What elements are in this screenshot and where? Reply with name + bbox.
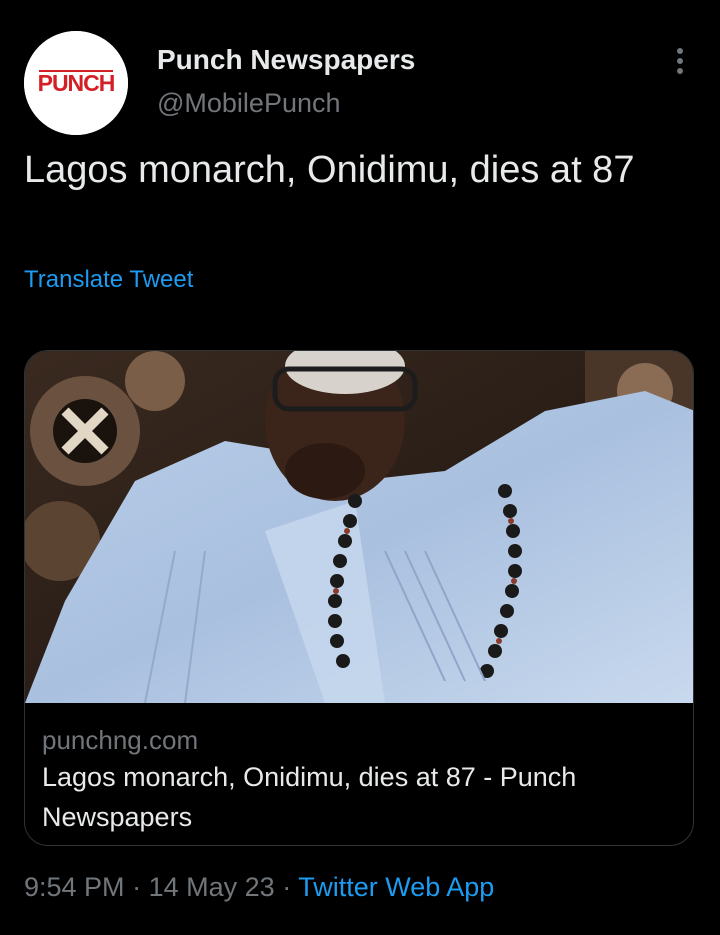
svg-text:PUNCH: PUNCH [38,70,115,96]
link-card[interactable]: punchng.com Lagos monarch, Onidimu, dies… [24,350,694,846]
punch-logo: PUNCH [24,31,128,135]
card-domain: punchng.com [42,725,199,755]
meta-separator-2: · [282,872,292,902]
tweet-date[interactable]: 14 May 23 [149,872,275,902]
tweet-text: Lagos monarch, Onidimu, dies at 87 [24,149,635,191]
meta-separator: · [132,872,142,902]
avatar[interactable]: PUNCH [24,31,128,135]
card-title: Lagos monarch, Onidimu, dies at 87 - Pun… [42,762,577,832]
tweet-time[interactable]: 9:54 PM [24,872,125,902]
translate-tweet-link[interactable]: Translate Tweet [24,266,193,294]
more-options-icon[interactable] [670,46,690,76]
author-handle[interactable]: @MobilePunch [157,88,341,119]
card-image[interactable] [25,351,693,703]
tweet-meta: 9:54 PM · 14 May 23 · Twitter Web App [24,872,494,903]
tweet-container: PUNCH Punch Newspapers @MobilePunch Lago… [0,0,720,935]
tweet-source[interactable]: Twitter Web App [298,872,494,902]
author-name[interactable]: Punch Newspapers [157,44,415,76]
